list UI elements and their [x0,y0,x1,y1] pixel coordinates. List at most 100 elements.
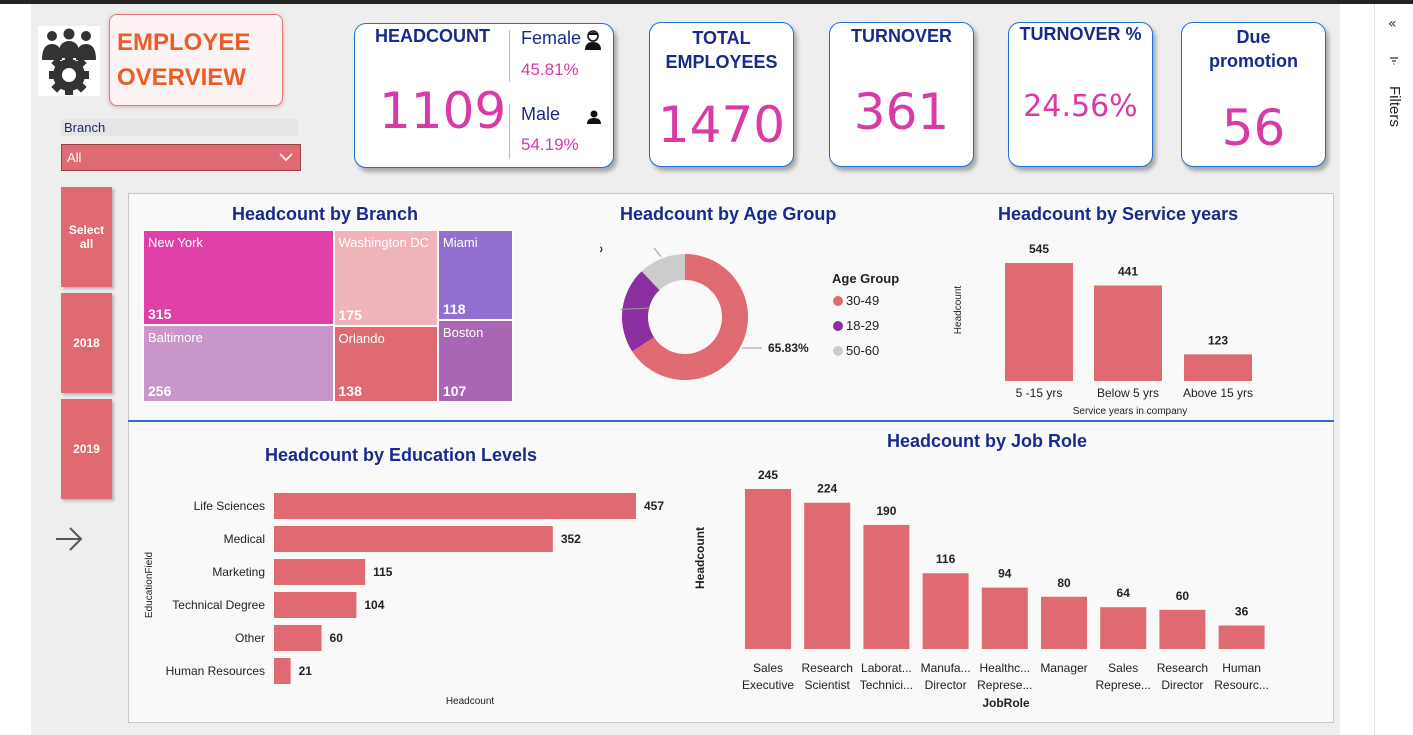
arrow-right-icon[interactable] [54,525,84,553]
jobrole-bar[interactable] [922,573,969,649]
jobrole-bar-category: Research [1157,661,1208,675]
branch-chart-title: Headcount by Branch [232,204,419,224]
treemap-cell[interactable]: Baltimore 256 [143,324,334,402]
legend-item[interactable]: 50-60 [833,343,879,358]
legend-label: 18-29 [846,318,880,333]
year-2018-label: 2018 [73,336,100,350]
jobrole-bar-category: Resourc... [1214,678,1269,692]
jobrole-bar[interactable] [1218,625,1265,649]
turnover-title: TURNOVER [850,26,952,46]
donut-label: 65.83% [768,341,809,355]
education-bar-value: 115 [373,565,393,579]
education-bar[interactable] [274,526,553,552]
jobrole-bar[interactable] [863,524,910,649]
chevron-down-icon [279,153,293,162]
education-bar[interactable] [274,559,366,585]
collapse-chevron-icon[interactable]: « [1388,16,1397,32]
education-chart-title: Headcount by Education Levels [265,445,538,465]
education-bar-category: Technical Degree [172,598,265,612]
year-select-all-button[interactable]: Select all [61,187,112,287]
age-chart-title: Headcount by Age Group [620,204,837,224]
treemap-cell[interactable]: New York 315 [143,230,334,325]
jobrole-bar[interactable] [745,489,791,649]
age-legend-title: Age Group [832,271,900,286]
jobrole-bar-value: 94 [998,567,1012,581]
legend-item[interactable]: 18-29 [833,318,879,333]
filters-pane[interactable]: « Filters [1374,4,1413,735]
jobrole-bar-category: Healthc... [979,661,1030,675]
year-2018-button[interactable]: 2018 [61,293,112,393]
service-bar[interactable] [1184,354,1252,381]
jobrole-bar-value: 116 [936,552,956,566]
education-bar-value: 352 [561,532,581,546]
donut-leader [653,247,662,257]
treemap-cell-value: 256 [148,382,172,399]
service-bar[interactable] [1005,263,1073,381]
turnover-pct-value: 24.56% [1023,89,1138,124]
male-pct: 54.19% [521,135,579,154]
education-bar[interactable] [274,592,357,618]
service-years-bar-chart: 545 5 -15 yrs 441 Below 5 yrs 123 Above 15 yr… [953,242,1253,417]
treemap-cell-label: New York [148,235,203,250]
total-employees-title-1: TOTAL [692,28,751,48]
total-employees-value: 1470 [657,96,786,154]
jobrole-bar-value: 36 [1235,604,1249,618]
treemap-cell[interactable]: Boston 107 [437,320,513,402]
service-bar-category: Above 15 yrs [1183,386,1253,400]
treemap-cell-value: 118 [442,301,466,318]
education-bar[interactable] [274,658,291,684]
jobrole-bar[interactable] [804,502,851,649]
title-line-2: OVERVIEW [117,64,246,91]
jobrole-x-axis-title: JobRole [982,696,1030,710]
divider [509,104,510,159]
jobrole-bar[interactable] [1100,607,1147,649]
employees-gear-icon [38,26,100,96]
jobrole-chart-title: Headcount by Job Role [887,431,1088,451]
treemap-cell-value: 315 [148,305,172,322]
education-bar-value: 457 [644,499,664,513]
treemap-cell[interactable]: Orlando 138 [333,326,438,402]
branch-filter-label: Branch [61,119,298,136]
treemap-cell[interactable]: Washington DC 175 [333,230,438,327]
service-bar[interactable] [1094,285,1162,381]
male-user-icon [587,110,601,124]
select-all-line-1: Select [68,223,105,237]
education-bar[interactable] [274,493,636,519]
year-2019-label: 2019 [73,442,100,456]
jobrole-bar[interactable] [1041,596,1087,649]
jobrole-bar-category: Executive [742,678,794,692]
jobrole-bar-value: 224 [817,482,837,496]
page-title: EMPLOYEE OVERVIEW [109,14,283,106]
jobrole-bar-value: 245 [758,468,778,482]
due-promotion-title-1: Due [1236,27,1271,47]
jobrole-y-axis-title: Headcount [693,527,707,589]
treemap-cell-label: Boston [442,325,484,341]
divider [509,30,510,82]
jobrole-bar-category: Human [1222,661,1261,675]
female-user-icon [585,30,601,50]
female-pct: 45.81% [521,60,579,79]
treemap-cell[interactable]: Miami 118 [437,230,513,321]
education-bar[interactable] [274,625,322,651]
total-employees-title-2: EMPLOYEES [665,52,778,72]
legend-item[interactable]: 30-49 [833,293,879,308]
turnover-pct-card: TURNOVER % 24.56% [1008,22,1153,167]
due-promotion-value: 56 [1221,99,1286,157]
branch-filter-dropdown[interactable]: All [61,144,301,171]
jobrole-bar[interactable] [981,587,1028,649]
jobrole-bar-value: 190 [876,504,896,518]
filter-icon [1390,57,1398,65]
treemap-cell-value: 138 [338,382,362,399]
jobrole-bar-chart: 245 Sales Executive 224 Research Scientist 190… [693,468,1269,710]
filters-label: Filters [1386,86,1403,127]
treemap-cell-value: 107 [442,382,467,399]
year-2019-button[interactable]: 2019 [61,399,112,499]
service-x-axis-title: Service years in company [1073,406,1188,417]
jobrole-bar-category: Scientist [805,678,851,692]
headcount-title: HEADCOUNT [375,26,490,46]
jobrole-bar-category: Sales [1108,661,1138,675]
title-line-1: EMPLOYEE [117,29,251,56]
jobrole-bar-category: Research [802,661,853,675]
headcount-value: 1109 [379,82,507,140]
jobrole-bar[interactable] [1159,609,1206,649]
